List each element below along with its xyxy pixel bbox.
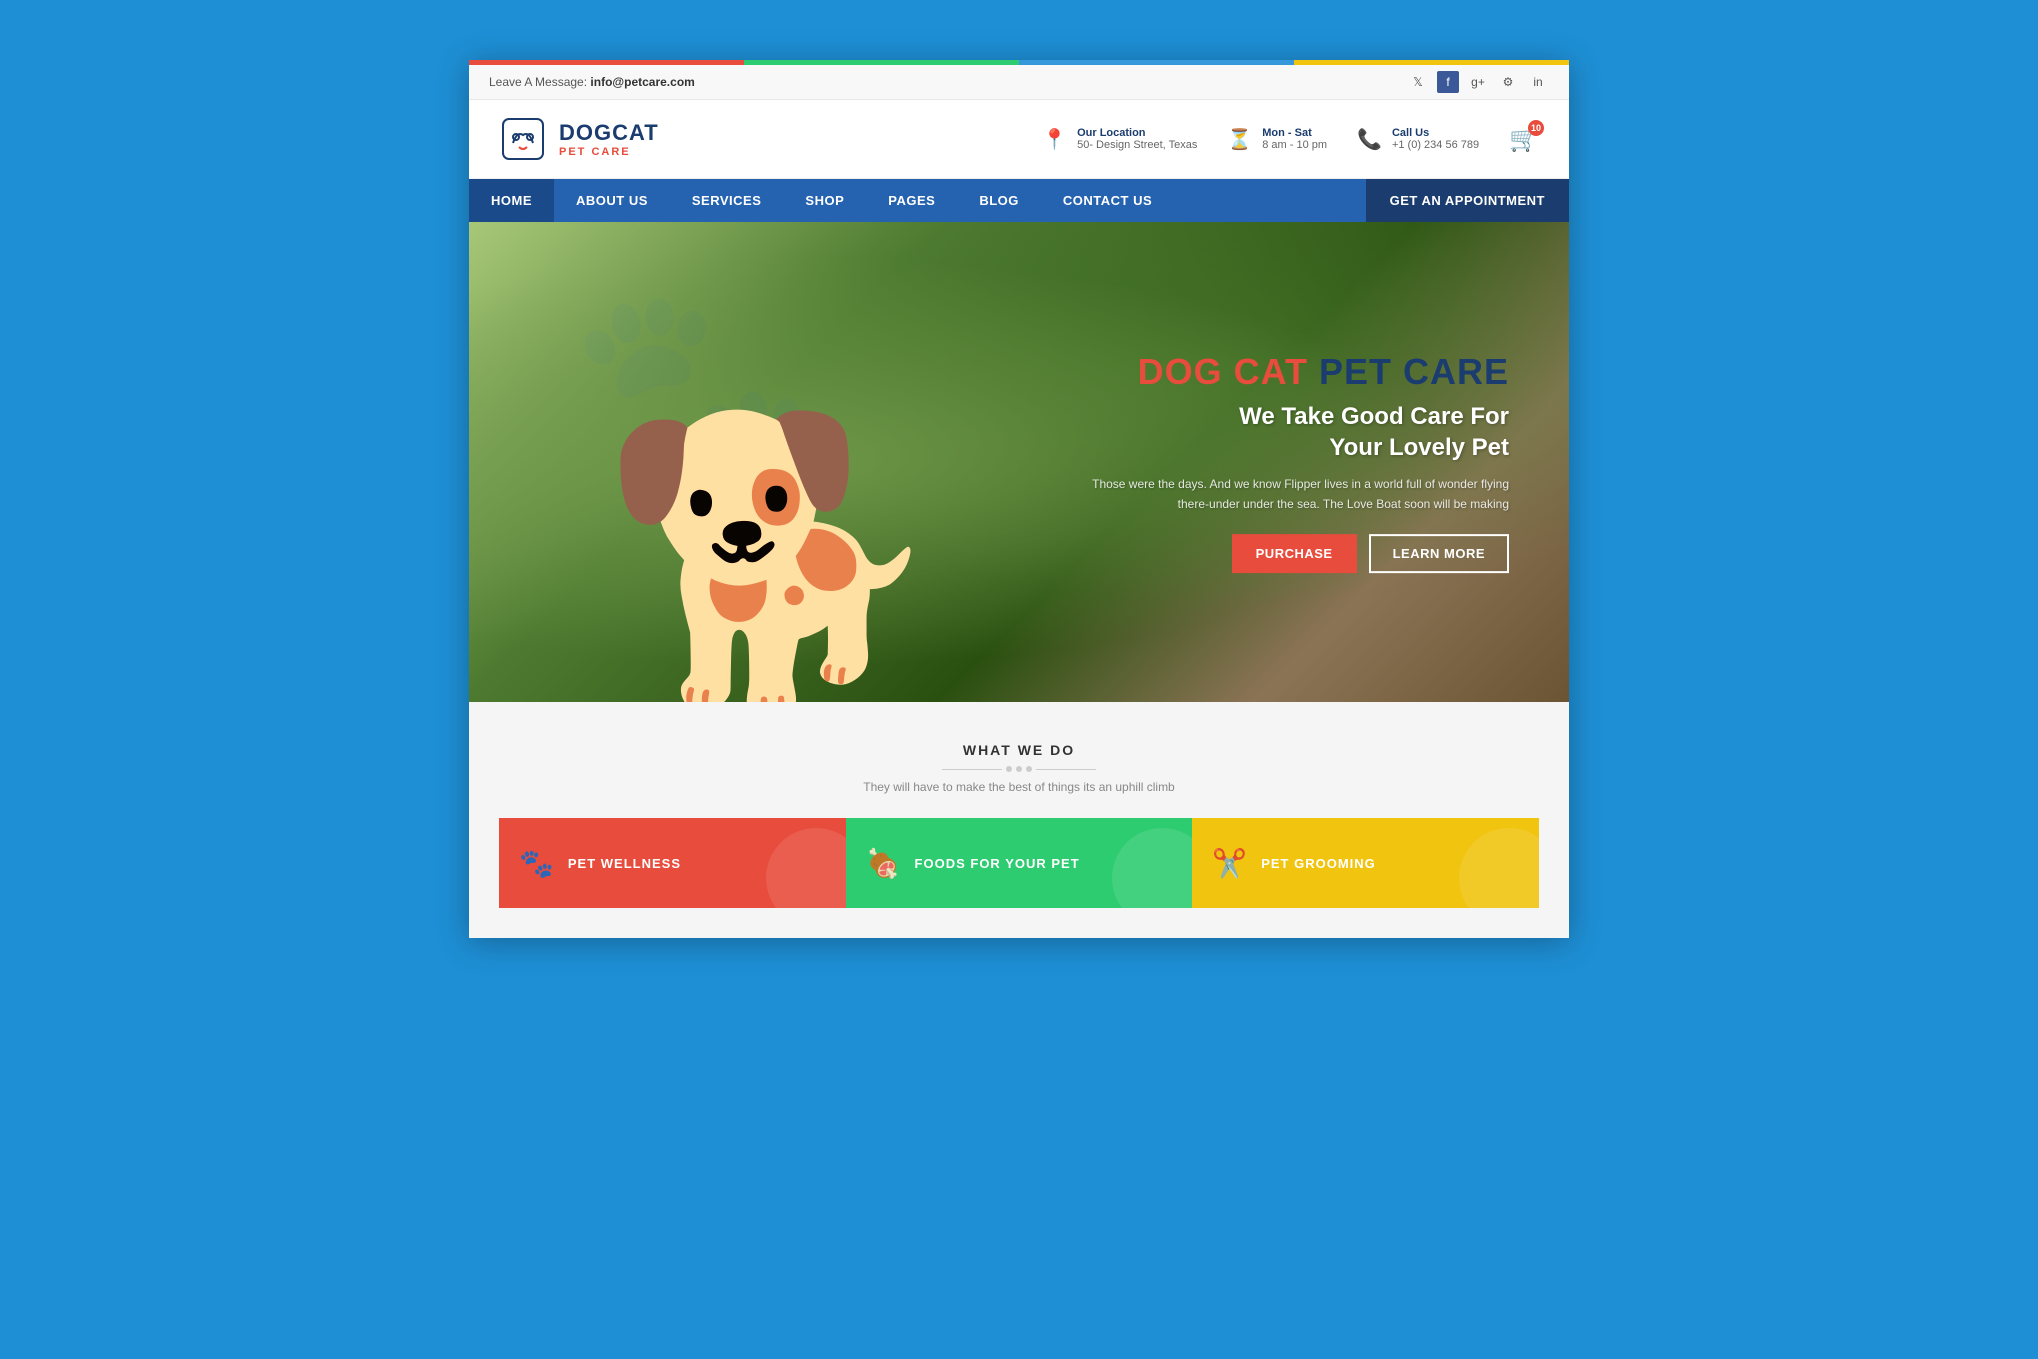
nav-item-about[interactable]: ABOUT US [554,179,670,222]
google-plus-icon[interactable]: g+ [1467,71,1489,93]
foods-icon: 🍖 [866,847,901,880]
phone-value: +1 (0) 234 56 789 [1392,139,1479,151]
nav-item-contact[interactable]: CONTACT US [1041,179,1174,222]
service-card-foods[interactable]: 🍖 FOODS FOR YOUR PET [846,818,1193,908]
section-description: They will have to make the best of thing… [499,780,1539,794]
grooming-label: PET GROOMING [1261,856,1376,871]
color-bar-yellow [1294,60,1569,65]
dog-emoji: 🐕 [600,422,949,702]
hero-description: Those were the days. And we know Flipper… [1089,476,1509,514]
linkedin-icon[interactable]: in [1527,71,1549,93]
color-bar-blue [1019,60,1294,65]
contact-message: Leave A Message: info@petcare.com [489,75,695,89]
grooming-icon: ✂️ [1212,847,1247,880]
hero-buttons: PURCHASE LEARN MORE [1089,534,1509,573]
social-icons-bar: 𝕏 f g+ ⚙ in [1407,71,1549,93]
settings-icon[interactable]: ⚙ [1497,71,1519,93]
cart-button[interactable]: 🛒 10 [1509,125,1539,154]
logo[interactable]: DOGCAT PET CARE [499,115,659,163]
browser-window: Leave A Message: info@petcare.com 𝕏 f g+… [469,60,1569,938]
nav-item-services[interactable]: SERVICES [670,179,784,222]
logo-text: DOGCAT PET CARE [559,120,659,158]
nav-item-home[interactable]: HOME [469,179,554,222]
learn-more-button[interactable]: LEARN MORE [1369,534,1509,573]
section-divider [499,766,1539,772]
phone-icon: 📞 [1357,127,1382,152]
hero-title: DOG CAT PET CARE [1089,351,1509,393]
site-header: DOGCAT PET CARE 📍 Our Location 50- Desig… [469,100,1569,179]
location-info: 📍 Our Location 50- Design Street, Texas [1042,127,1197,152]
services-row: 🐾 PET WELLNESS 🍖 FOODS FOR YOUR PET ✂️ P… [499,818,1539,908]
nav-item-pages[interactable]: PAGES [866,179,957,222]
facebook-icon[interactable]: f [1437,71,1459,93]
brand-sub: PET CARE [559,146,659,158]
hero-section: 🐕 DOG CAT PET CARE We Take Good Care For… [469,222,1569,702]
phone-info: 📞 Call Us +1 (0) 234 56 789 [1357,127,1479,152]
nav-item-blog[interactable]: BLOG [957,179,1041,222]
phone-label: Call Us [1392,127,1479,139]
hours-value: 8 am - 10 pm [1262,139,1327,151]
hero-content: DOG CAT PET CARE We Take Good Care For Y… [1089,351,1509,573]
location-icon: 📍 [1042,127,1067,152]
hours-info: ⏳ Mon - Sat 8 am - 10 pm [1227,127,1327,152]
service-card-grooming[interactable]: ✂️ PET GROOMING [1192,818,1539,908]
logo-icon [499,115,547,163]
nav-cta-appointment[interactable]: GET AN APPOINTMENT [1366,179,1569,222]
header-info: 📍 Our Location 50- Design Street, Texas … [1042,125,1539,154]
service-card-wellness[interactable]: 🐾 PET WELLNESS [499,818,846,908]
color-bar-red [469,60,744,65]
section-title: WHAT WE DO [499,742,1539,758]
hero-subtitle: We Take Good Care For Your Lovely Pet [1089,401,1509,463]
wellness-icon: 🐾 [519,847,554,880]
foods-label: FOODS FOR YOUR PET [915,856,1080,871]
top-info-bar: Leave A Message: info@petcare.com 𝕏 f g+… [469,65,1569,100]
location-label: Our Location [1077,127,1197,139]
cart-badge: 10 [1528,120,1544,136]
hero-dog-image: 🐕 [549,252,999,702]
color-bar-green [744,60,1019,65]
twitter-icon[interactable]: 𝕏 [1407,71,1429,93]
nav-item-shop[interactable]: SHOP [783,179,866,222]
hours-icon: ⏳ [1227,127,1252,152]
top-color-bar [469,60,1569,65]
purchase-button[interactable]: PURCHASE [1232,534,1357,573]
wellness-label: PET WELLNESS [568,856,681,871]
hours-label: Mon - Sat [1262,127,1327,139]
location-value: 50- Design Street, Texas [1077,139,1197,151]
main-navigation: HOME ABOUT US SERVICES SHOP PAGES BLOG C… [469,179,1569,222]
brand-name: DOGCAT [559,120,659,146]
what-we-do-section: WHAT WE DO They will have to make the be… [469,702,1569,938]
